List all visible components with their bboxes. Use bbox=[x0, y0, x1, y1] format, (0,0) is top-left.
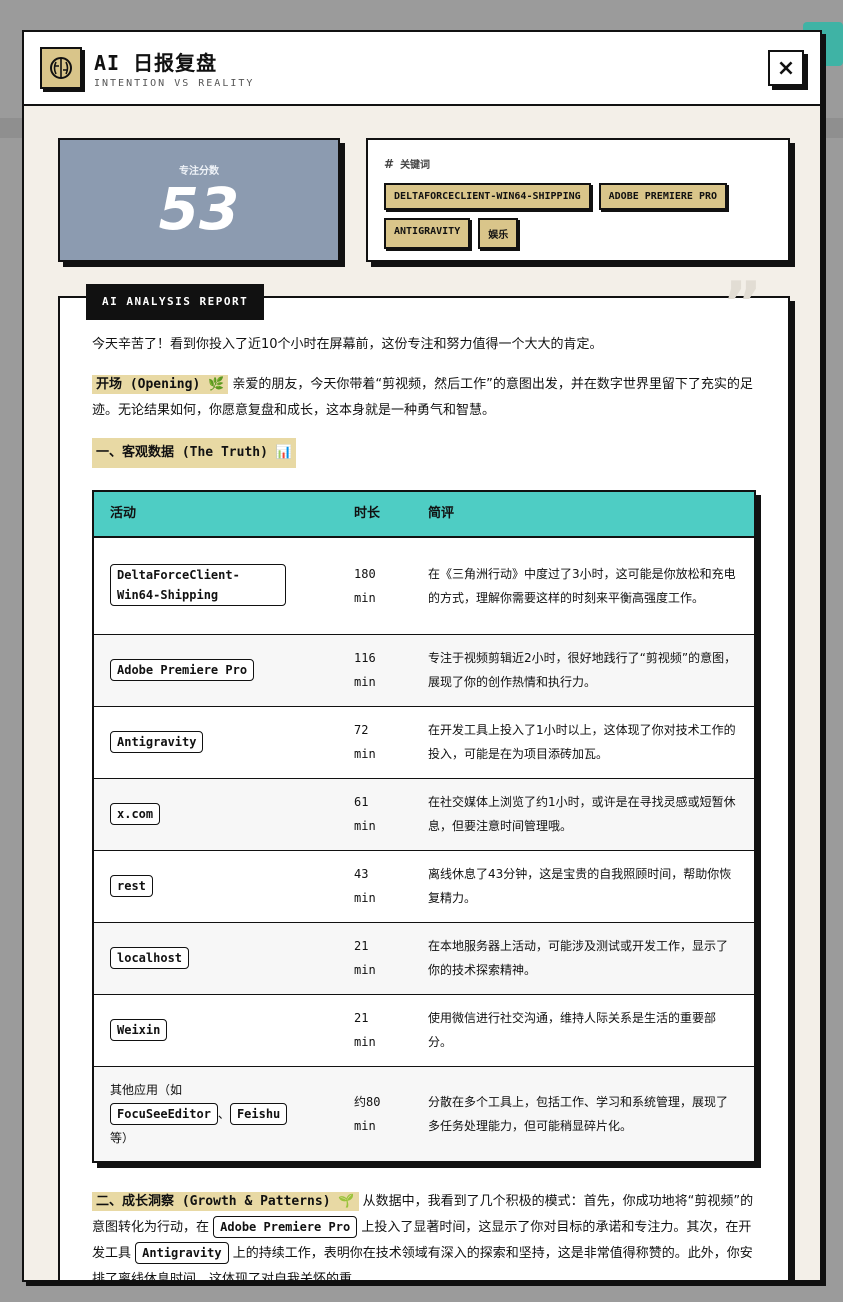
app-chip: Adobe Premiere Pro bbox=[213, 1216, 358, 1238]
table-row: DeltaForceClient-Win64-Shipping 180 min … bbox=[93, 537, 755, 635]
column-header-activity: 活动 bbox=[93, 491, 338, 538]
comment-cell: 专注于视频剪辑近2小时，很好地践行了“剪视频”的意图，展现了你的创作热情和执行力… bbox=[412, 634, 755, 707]
modal-header: AI 日报复盘 INTENTION VS REALITY × bbox=[24, 32, 820, 106]
score-value: 53 bbox=[158, 175, 240, 243]
table-row: x.com 61 min 在社交媒体上浏览了约1小时，或许是在寻找灵感或短暂休息… bbox=[93, 778, 755, 851]
app-chip: Adobe Premiere Pro bbox=[110, 659, 255, 681]
quote-icon: ” bbox=[722, 269, 762, 339]
other-apps-prefix: 其他应用（如 bbox=[110, 1082, 183, 1097]
brain-icon bbox=[40, 47, 82, 89]
table-row: Weixin 21 min 使用微信进行社交沟通，维持人际关系是生活的重要部分。 bbox=[93, 994, 755, 1067]
focus-score-card: 专注分数 53 bbox=[58, 138, 340, 262]
comment-cell: 在本地服务器上活动，可能涉及测试或开发工作，显示了你的技术探索精神。 bbox=[412, 922, 755, 995]
keyword-tag: ANTIGRAVITY bbox=[384, 218, 471, 249]
app-chip: DeltaForceClient-Win64-Shipping bbox=[110, 564, 286, 607]
comment-cell: 在社交媒体上浏览了约1小时，或许是在寻找灵感或短暂休息，但要注意时间管理哦。 bbox=[412, 778, 755, 851]
keyword-tag: DELTAFORCECLIENT-WIN64-SHIPPING bbox=[384, 183, 591, 210]
app-chip: rest bbox=[110, 875, 153, 897]
modal-title: AI 日报复盘 bbox=[94, 51, 218, 75]
table-row: rest 43 min 离线休息了43分钟，这是宝贵的自我照顾时间，帮助你恢复精… bbox=[93, 850, 755, 923]
app-chip: x.com bbox=[110, 803, 161, 825]
comment-cell: 分散在多个工具上，包括工作、学习和系统管理，展现了多任务处理能力，但可能稍显碎片… bbox=[412, 1066, 755, 1163]
opening-paragraph: 开场 (Opening) 🌿 亲爱的朋友，今天你带着“剪视频，然后工作”的意图出… bbox=[92, 372, 756, 424]
modal-subtitle: INTENTION VS REALITY bbox=[94, 78, 255, 89]
analysis-report: AI ANALYSIS REPORT ” 今天辛苦了！看到你投入了近10个小时在… bbox=[58, 274, 790, 1280]
duration-cell: 43 min bbox=[338, 850, 412, 923]
close-button[interactable]: × bbox=[768, 50, 804, 86]
table-row: Adobe Premiere Pro 116 min 专注于视频剪辑近2小时，很… bbox=[93, 634, 755, 707]
duration-cell: 21 min bbox=[338, 922, 412, 995]
app-chip: Weixin bbox=[110, 1019, 168, 1041]
column-header-duration: 时长 bbox=[338, 491, 412, 538]
column-header-comment: 简评 bbox=[412, 491, 755, 538]
opening-label: 开场 (Opening) 🌿 bbox=[92, 375, 229, 394]
duration-cell: 约80 min bbox=[338, 1066, 412, 1163]
daily-review-modal: AI 日报复盘 INTENTION VS REALITY × 专注分数 53 #… bbox=[22, 30, 822, 1282]
duration-cell: 21 min bbox=[338, 994, 412, 1067]
app-chip: FocuSeeEditor bbox=[110, 1102, 218, 1125]
table-row: Antigravity 72 min 在开发工具上投入了1小时以上，这体现了你对… bbox=[93, 706, 755, 779]
duration-cell: 61 min bbox=[338, 778, 412, 851]
other-apps-suffix: 等） bbox=[110, 1130, 135, 1145]
duration-cell: 116 min bbox=[338, 634, 412, 707]
comment-cell: 在《三角洲行动》中度过了3小时，这可能是你放松和充电的方式，理解你需要这样的时刻… bbox=[412, 537, 755, 635]
duration-cell: 72 min bbox=[338, 706, 412, 779]
activity-table: 活动 时长 简评 DeltaForceClient-Win64-Shipping… bbox=[92, 490, 756, 1163]
app-chip: Antigravity bbox=[135, 1242, 229, 1264]
report-tag: AI ANALYSIS REPORT bbox=[86, 284, 265, 320]
app-chip: Feishu bbox=[229, 1102, 288, 1125]
keyword-tag: ADOBE PREMIERE PRO bbox=[598, 183, 728, 210]
app-chip: localhost bbox=[110, 947, 190, 969]
hash-icon: # bbox=[384, 156, 395, 171]
comment-cell: 使用微信进行社交沟通，维持人际关系是生活的重要部分。 bbox=[412, 994, 755, 1067]
app-chip: Antigravity bbox=[110, 731, 204, 753]
table-row: localhost 21 min 在本地服务器上活动，可能涉及测试或开发工作，显… bbox=[93, 922, 755, 995]
table-row: 其他应用（如 FocuSeeEditor、 Feishu 等） 约80 min 分… bbox=[93, 1066, 755, 1163]
section-growth-heading: 二、成长洞察 (Growth & Patterns) 🌱 bbox=[92, 1192, 359, 1211]
other-apps-separator: 、 bbox=[217, 1106, 230, 1121]
keyword-tag: 娱乐 bbox=[478, 218, 519, 249]
keywords-heading: 关键词 bbox=[400, 160, 431, 171]
comment-cell: 离线休息了43分钟，这是宝贵的自我照顾时间，帮助你恢复精力。 bbox=[412, 850, 755, 923]
report-intro: 今天辛苦了！看到你投入了近10个小时在屏幕前，这份专注和努力值得一个大大的肯定。 bbox=[92, 337, 603, 352]
duration-cell: 180 min bbox=[338, 537, 412, 635]
section-truth-heading: 一、客观数据 (The Truth) 📊 bbox=[92, 438, 296, 468]
keywords-card: # 关键词 DELTAFORCECLIENT-WIN64-SHIPPING AD… bbox=[366, 138, 790, 262]
comment-cell: 在开发工具上投入了1小时以上，这体现了你对技术工作的投入，可能是在为项目添砖加瓦… bbox=[412, 706, 755, 779]
growth-paragraph: 二、成长洞察 (Growth & Patterns) 🌱 从数据中，我看到了几个… bbox=[92, 1189, 756, 1280]
